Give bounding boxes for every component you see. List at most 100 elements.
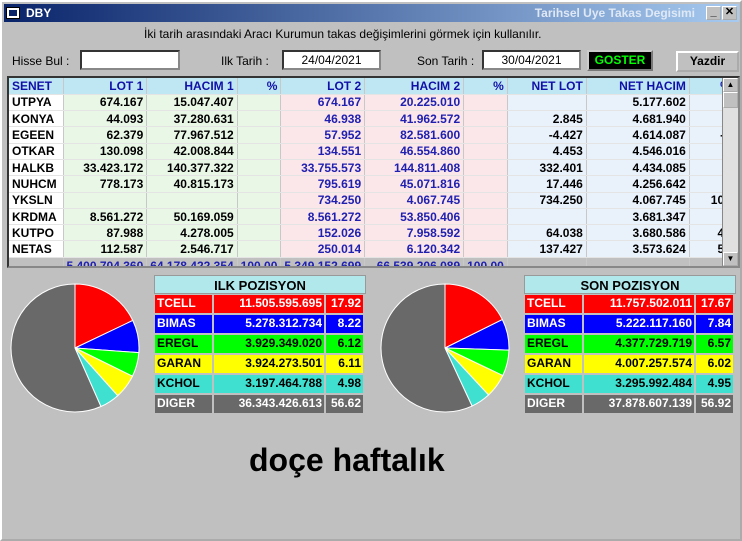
scroll-up-icon[interactable]: ▲ bbox=[723, 78, 738, 92]
pozisyon-row: KCHOL 3.197.464.788 4.98 bbox=[154, 374, 366, 394]
pozisyon-row: EREGL 4.377.729.719 6.57 bbox=[524, 334, 736, 354]
table-cell: 250.014 bbox=[280, 240, 366, 258]
col-header-hacim2[interactable]: HACIM 2 bbox=[364, 78, 465, 95]
table-cell: 62.379 bbox=[63, 126, 148, 144]
hisse-search-input[interactable] bbox=[80, 50, 180, 70]
table-cell: 40.815.173 bbox=[146, 175, 238, 193]
table-row[interactable]: KUTPO 87.988 4.278.005 152.026 7.958.592 64.0… bbox=[9, 224, 735, 242]
table-row[interactable]: NUHCM 778.173 40.815.173 795.619 45.071.816 1… bbox=[9, 175, 735, 193]
total-cell bbox=[9, 257, 64, 266]
table-cell: 3.681.347 bbox=[586, 208, 690, 226]
table-cell: 37.280.631 bbox=[146, 110, 238, 128]
table-cell: 778.173 bbox=[63, 175, 148, 193]
table-cell: 2.845 bbox=[507, 110, 587, 128]
pozisyon-row: TCELL 11.505.595.695 17.92 bbox=[154, 294, 366, 314]
pozisyon-pct: 6.57 bbox=[695, 334, 734, 354]
pozisyon-pct: 4.98 bbox=[325, 374, 364, 394]
pozisyon-row: BIMAS 5.278.312.734 8.22 bbox=[154, 314, 366, 334]
table-cell: 7.958.592 bbox=[364, 224, 465, 242]
table-cell: 57.952 bbox=[280, 126, 366, 144]
total-cell: 100,00 bbox=[463, 257, 508, 266]
table-cell: 33.755.573 bbox=[280, 159, 366, 177]
table-row[interactable]: NETAS 112.587 2.546.717 250.014 6.120.342 137… bbox=[9, 240, 735, 258]
table-cell bbox=[237, 110, 282, 128]
goster-button[interactable]: GOSTER bbox=[587, 50, 653, 71]
pozisyon-value: 5.222.117.160 bbox=[583, 314, 695, 334]
table-row[interactable]: YKSLN 734.250 4.067.745 734.250 4.067.745 100 bbox=[9, 192, 735, 209]
takas-table: SENET LOT 1 HACIM 1 % LOT 2 HACIM 2 % NE… bbox=[9, 78, 735, 266]
col-header-lot1[interactable]: LOT 1 bbox=[63, 78, 148, 95]
table-row[interactable]: KONYA 44.093 37.280.631 46.938 41.962.572 2.8… bbox=[9, 110, 735, 128]
pozisyon-row: TCELL 11.757.502.011 17.67 bbox=[524, 294, 736, 314]
col-header-nethacim[interactable]: NET HACIM bbox=[586, 78, 690, 95]
table-cell: 140.377.322 bbox=[146, 159, 238, 177]
table-cell: 46.938 bbox=[280, 110, 366, 128]
info-text: İki tarih arasındaki Aracı Kurumun takas… bbox=[144, 27, 542, 41]
scroll-thumb[interactable] bbox=[723, 92, 738, 108]
table-cell: 734.250 bbox=[280, 192, 366, 209]
vertical-scrollbar[interactable]: ▲ ▼ bbox=[722, 78, 738, 266]
col-header-hacim1[interactable]: HACIM 1 bbox=[146, 78, 238, 95]
pozisyon-pct: 56.62 bbox=[325, 394, 364, 414]
son-pozisyon-title: SON POZISYON bbox=[524, 275, 736, 294]
table-cell: 3.573.624 bbox=[586, 240, 690, 258]
pozisyon-value: 3.295.992.484 bbox=[583, 374, 695, 394]
table-row[interactable]: EGEEN 62.379 77.967.512 57.952 82.581.600 -4.… bbox=[9, 126, 735, 144]
minimize-icon[interactable]: _ bbox=[706, 6, 721, 20]
table-cell: 87.988 bbox=[63, 224, 148, 242]
table-cell: 674.167 bbox=[280, 94, 366, 112]
table-cell: 4.067.745 bbox=[586, 192, 690, 209]
son-pozisyon-pie-chart bbox=[380, 283, 510, 413]
table-cell: KUTPO bbox=[9, 224, 64, 242]
pozisyon-pct: 6.11 bbox=[325, 354, 364, 374]
table-cell: NETAS bbox=[9, 240, 64, 258]
table-row[interactable]: UTPYA 674.167 15.047.407 674.167 20.225.010 5… bbox=[9, 94, 735, 112]
table-cell: KONYA bbox=[9, 110, 64, 128]
pozisyon-name: DIGER bbox=[524, 394, 583, 414]
pozisyon-pct: 17.67 bbox=[695, 294, 734, 314]
col-header-pct1[interactable]: % bbox=[237, 78, 282, 95]
table-cell: 4.681.940 bbox=[586, 110, 690, 128]
col-header-netlot[interactable]: NET LOT bbox=[507, 78, 587, 95]
close-icon[interactable]: ✕ bbox=[722, 6, 737, 20]
pozisyon-pct: 4.95 bbox=[695, 374, 734, 394]
table-cell: 4.278.005 bbox=[146, 224, 238, 242]
pozisyon-row: DIGER 36.343.426.613 56.62 bbox=[154, 394, 366, 414]
total-cell: 5.349.152.699 bbox=[280, 257, 366, 266]
table-cell bbox=[237, 94, 282, 112]
pozisyon-value: 3.197.464.788 bbox=[213, 374, 325, 394]
yazdir-button[interactable]: Yazdir bbox=[676, 51, 739, 72]
ilk-tarih-input[interactable]: 24/04/2021 bbox=[282, 50, 381, 70]
table-cell: 46.554.860 bbox=[364, 143, 465, 160]
table-row[interactable]: HALKB 33.423.172 140.377.322 33.755.573 144.… bbox=[9, 159, 735, 177]
table-cell: 144.811.408 bbox=[364, 159, 465, 177]
table-cell: 64.038 bbox=[507, 224, 587, 242]
table-cell bbox=[237, 143, 282, 160]
col-header-lot2[interactable]: LOT 2 bbox=[280, 78, 366, 95]
table-cell bbox=[463, 175, 508, 193]
table-cell: 42.008.844 bbox=[146, 143, 238, 160]
table-cell: 8.561.272 bbox=[63, 208, 148, 226]
total-cell: 64.178.422.354 bbox=[146, 257, 238, 266]
pozisyon-row: KCHOL 3.295.992.484 4.95 bbox=[524, 374, 736, 394]
table-row[interactable]: KRDMA 8.561.272 50.169.059 8.561.272 53.850.… bbox=[9, 208, 735, 226]
table-cell: 33.423.172 bbox=[63, 159, 148, 177]
table-cell: EGEEN bbox=[9, 126, 64, 144]
total-cell bbox=[586, 257, 690, 266]
pozisyon-name: BIMAS bbox=[154, 314, 213, 334]
table-row[interactable]: OTKAR 130.098 42.008.844 134.551 46.554.860 4… bbox=[9, 143, 735, 160]
col-header-senet[interactable]: SENET bbox=[9, 78, 64, 95]
ilk-tarih-label: Ilk Tarih : bbox=[221, 54, 269, 68]
son-tarih-input[interactable]: 30/04/2021 bbox=[482, 50, 581, 70]
table-cell: 41.962.572 bbox=[364, 110, 465, 128]
pozisyon-name: GARAN bbox=[154, 354, 213, 374]
son-tarih-label: Son Tarih : bbox=[417, 54, 475, 68]
son-pozisyon-table: SON POZISYON TCELL 11.757.502.011 17.67 BIM… bbox=[524, 275, 736, 414]
table-cell bbox=[237, 224, 282, 242]
pozisyon-name: GARAN bbox=[524, 354, 583, 374]
table-cell: -4.427 bbox=[507, 126, 587, 144]
scroll-down-icon[interactable]: ▼ bbox=[723, 252, 738, 266]
col-header-pct2[interactable]: % bbox=[463, 78, 508, 95]
table-cell: NUHCM bbox=[9, 175, 64, 193]
pozisyon-pct: 17.92 bbox=[325, 294, 364, 314]
